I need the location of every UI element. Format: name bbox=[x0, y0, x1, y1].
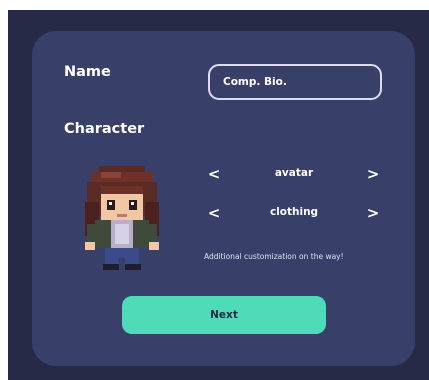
avatar-option-label: avatar bbox=[274, 167, 314, 179]
chevron-right-icon: > bbox=[366, 165, 380, 183]
clothing-option-label: clothing bbox=[269, 206, 319, 218]
chevron-left-icon: < bbox=[207, 204, 221, 222]
avatar-prev-button[interactable]: < bbox=[206, 166, 222, 182]
next-button[interactable]: Next bbox=[122, 296, 326, 334]
customization-hint: Additional customization on the way! bbox=[204, 252, 344, 261]
name-input[interactable] bbox=[208, 64, 382, 100]
name-label: Name bbox=[64, 64, 111, 80]
character-label: Character bbox=[64, 121, 145, 137]
avatar-next-button[interactable]: > bbox=[365, 166, 381, 182]
chevron-right-icon: > bbox=[366, 204, 380, 222]
clothing-prev-button[interactable]: < bbox=[206, 205, 222, 221]
chevron-left-icon: < bbox=[207, 165, 221, 183]
character-avatar bbox=[85, 166, 159, 270]
clothing-next-button[interactable]: > bbox=[365, 205, 381, 221]
